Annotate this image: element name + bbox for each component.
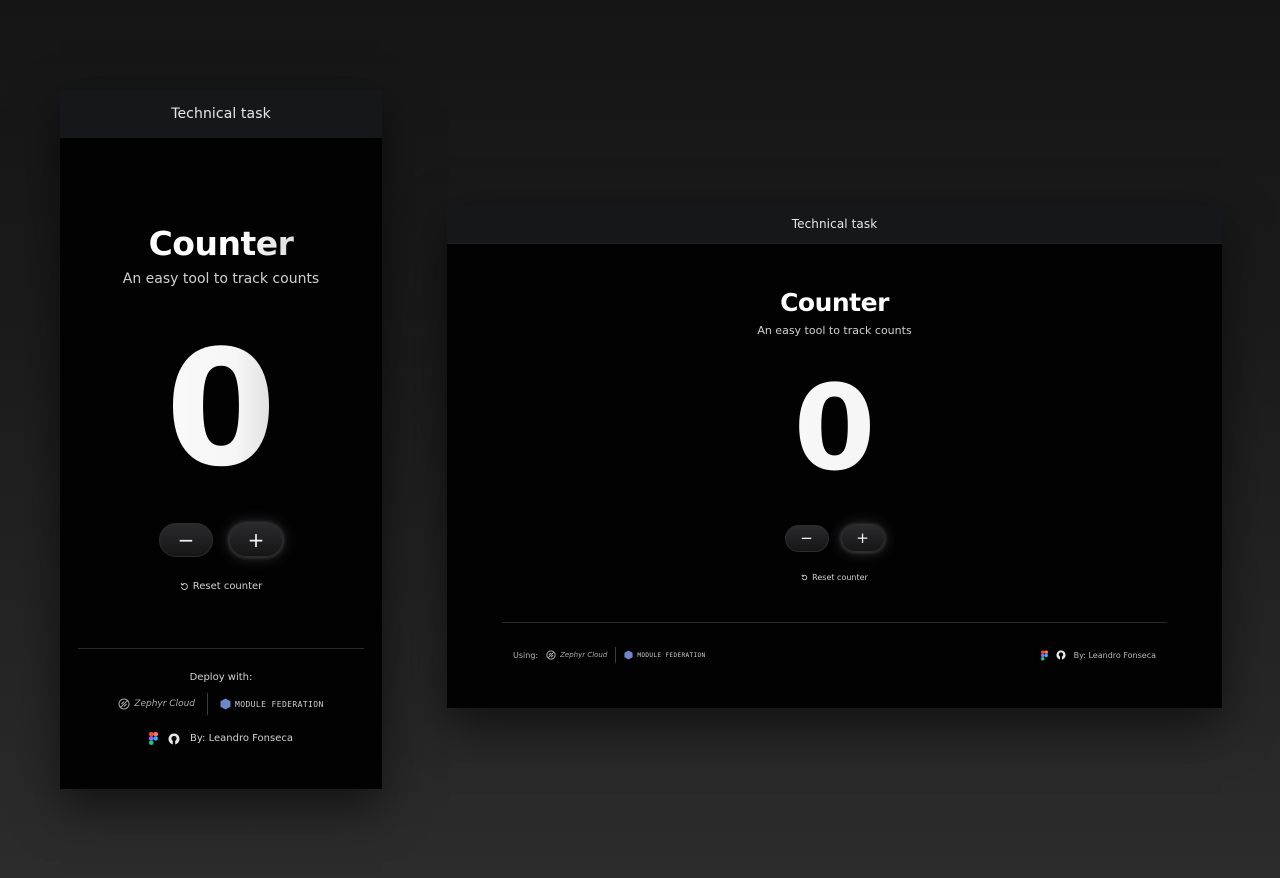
hexagon-icon [220, 698, 231, 710]
counter-controls: − + [447, 525, 1222, 552]
desktop-preview: Technical task Counter An easy tool to t… [447, 205, 1222, 708]
footer-divider [78, 648, 364, 649]
logo-separator [207, 693, 209, 715]
deploy-label: Deploy with: [189, 672, 253, 683]
hexagon-icon [624, 650, 633, 660]
figma-icon[interactable] [149, 732, 158, 745]
reset-counter-button[interactable]: Reset counter [60, 581, 382, 592]
page-subtitle: An easy tool to track counts [122, 271, 320, 287]
logo-separator [615, 647, 617, 663]
credits: By: Leandro Fonseca [1040, 649, 1156, 661]
mobile-preview: Technical task Counter An easy tool to t… [60, 90, 382, 789]
using-label: Using: [513, 650, 539, 660]
header-title: Technical task [791, 217, 878, 231]
page-subtitle: An easy tool to track counts [757, 324, 912, 337]
footer: Using: Zephyr Cloud MODULE FEDERATION By… [513, 647, 1156, 663]
zephyr-label: Zephyr Cloud [560, 651, 608, 659]
deploy-logos: Zephyr Cloud MODULE FEDERATION [60, 693, 382, 715]
decrement-button[interactable]: − [784, 525, 829, 552]
zephyr-icon [546, 650, 556, 660]
page-title: Counter [447, 288, 1222, 317]
credits: By: Leandro Fonseca [60, 732, 382, 745]
zephyr-cloud-logo[interactable]: Zephyr Cloud [118, 698, 195, 710]
reset-label: Reset counter [192, 581, 263, 592]
github-icon[interactable] [168, 733, 180, 745]
reset-icon [180, 582, 189, 591]
zephyr-label: Zephyr Cloud [134, 699, 196, 709]
reset-label: Reset counter [812, 573, 868, 582]
zephyr-cloud-logo[interactable]: Zephyr Cloud [546, 650, 607, 660]
reset-counter-button[interactable]: Reset counter [447, 573, 1222, 582]
author-credit[interactable]: By: Leandro Fonseca [1074, 651, 1156, 660]
counter-value: 0 [447, 369, 1222, 487]
counter-controls: − + [60, 523, 382, 557]
mobile-header: Technical task [60, 90, 382, 138]
increment-button[interactable]: + [229, 523, 283, 557]
counter-value: 0 [60, 329, 382, 489]
plus-icon: + [247, 528, 265, 552]
increment-button[interactable]: + [840, 525, 885, 552]
module-federation-label: MODULE FEDERATION [637, 651, 706, 659]
desktop-header: Technical task [447, 205, 1222, 244]
reset-icon [801, 574, 808, 581]
figma-icon[interactable] [1040, 649, 1048, 661]
header-title: Technical task [171, 106, 271, 122]
decrement-button[interactable]: − [159, 523, 213, 557]
module-federation-label: MODULE FEDERATION [235, 699, 324, 709]
plus-icon: + [856, 529, 869, 547]
github-icon[interactable] [1056, 650, 1066, 660]
module-federation-logo[interactable]: MODULE FEDERATION [220, 698, 324, 710]
minus-icon: − [177, 528, 195, 552]
module-federation-logo[interactable]: MODULE FEDERATION [624, 650, 705, 660]
using-group: Using: Zephyr Cloud MODULE FEDERATION [513, 647, 706, 663]
minus-icon: − [800, 529, 813, 547]
page-title: Counter [60, 224, 382, 263]
author-credit[interactable]: By: Leandro Fonseca [190, 733, 293, 744]
zephyr-icon [118, 698, 130, 710]
footer-divider [502, 622, 1167, 623]
